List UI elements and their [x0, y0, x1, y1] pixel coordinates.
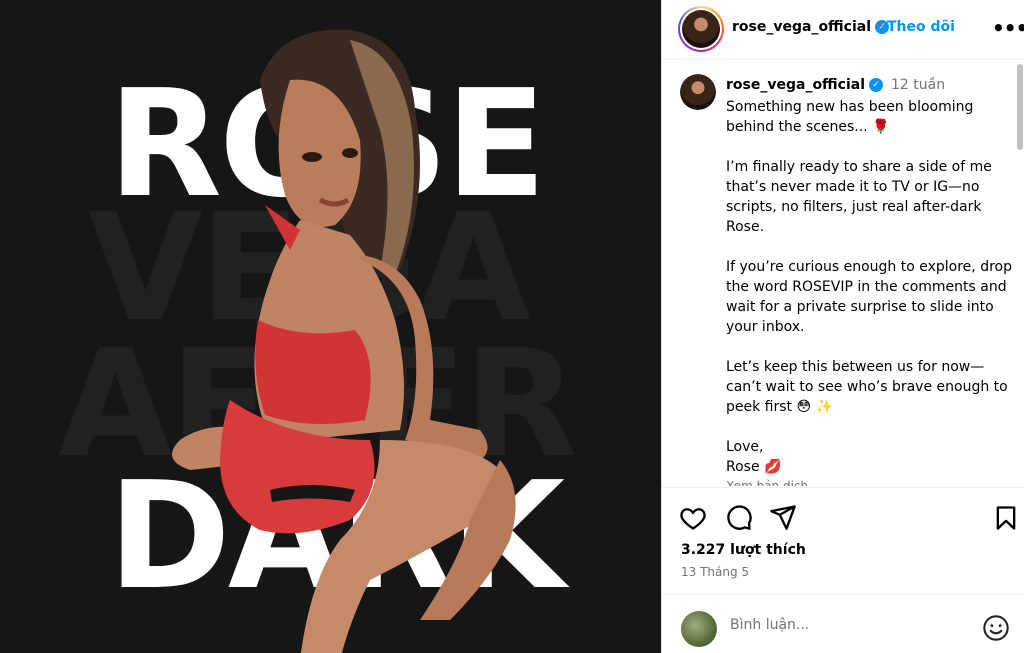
bookmark-icon[interactable]	[992, 504, 1020, 532]
caption-username[interactable]: rose_vega_official	[726, 77, 865, 93]
send-icon[interactable]	[769, 503, 797, 531]
caption-avatar[interactable]	[680, 74, 716, 110]
comment-input[interactable]	[730, 617, 970, 633]
post-date[interactable]: 13 Tháng 5	[681, 565, 749, 579]
header-avatar[interactable]	[678, 6, 724, 52]
comment-icon[interactable]	[725, 504, 753, 532]
heart-icon[interactable]	[679, 504, 707, 532]
caption-header: rose_vega_official ✓ 12 tuần	[726, 77, 945, 93]
post-side-panel: rose_vega_official ✓ • Theo dõi ••• rose_…	[661, 0, 1024, 653]
caption-text: Something new has been blooming behind t…	[726, 97, 1012, 486]
post-header: rose_vega_official ✓ • Theo dõi •••	[662, 0, 1024, 60]
header-separator: •	[876, 18, 885, 34]
see-translation-link[interactable]: Xem bản dịch	[726, 477, 1012, 486]
verified-badge-icon: ✓	[869, 78, 884, 92]
caption-text-content: Something new has been blooming behind t…	[726, 99, 1012, 475]
more-horizontal-icon[interactable]: •••	[992, 16, 1024, 40]
current-user-avatar	[681, 611, 717, 647]
caption-time[interactable]: 12 tuần	[891, 77, 945, 93]
smiley-icon[interactable]	[982, 614, 1010, 642]
caption-scrollbar[interactable]	[1017, 64, 1023, 150]
comment-bar	[662, 594, 1024, 653]
caption-section: rose_vega_official ✓ 12 tuần Something new…	[662, 61, 1024, 486]
model-photo	[172, 29, 516, 653]
header-username-text[interactable]: rose_vega_official	[732, 19, 871, 35]
likes-count[interactable]: 3.227 lượt thích	[681, 542, 806, 558]
follow-button[interactable]: Theo dõi	[887, 19, 955, 35]
header-username[interactable]: rose_vega_official ✓	[732, 19, 890, 35]
actions-section: 3.227 lượt thích 13 Tháng 5	[662, 487, 1024, 653]
post-media[interactable]: VEGA AFTER ROSE DARK	[0, 0, 661, 653]
